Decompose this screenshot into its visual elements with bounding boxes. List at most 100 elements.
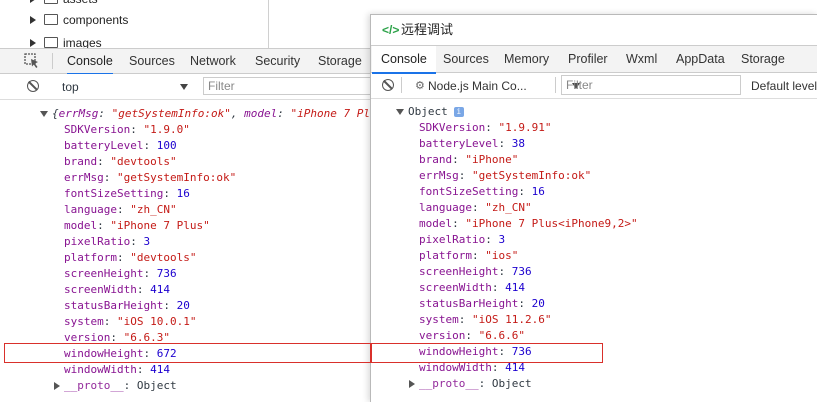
property-row[interactable]: SDKVersion: "1.9.91": [419, 120, 551, 136]
proto-key: __proto__: [419, 377, 479, 390]
tab-sources[interactable]: Sources: [443, 46, 489, 72]
property-row[interactable]: windowWidth: 414: [419, 360, 525, 376]
property-row[interactable]: windowWidth: 414: [64, 362, 170, 378]
property-key: errMsg: [419, 169, 459, 182]
property-value: 100: [156, 139, 177, 152]
property-row[interactable]: system: "iOS 11.2.6": [419, 312, 551, 328]
tab-storage[interactable]: Storage: [741, 46, 785, 72]
proto-key: __proto__: [64, 379, 124, 392]
property-row[interactable]: model: "iPhone 7 Plus": [64, 218, 210, 234]
window-titlebar: </> 远程调试: [371, 15, 817, 45]
property-value: 736: [511, 345, 532, 358]
tab-security[interactable]: Security: [255, 49, 300, 73]
property-row[interactable]: language: "zh_CN": [64, 202, 177, 218]
object-label: Object: [408, 105, 448, 118]
property-value: "zh_CN": [485, 201, 532, 214]
property-value: "6.6.6": [478, 329, 525, 342]
property-value: 20: [531, 297, 545, 310]
expand-arrow-icon[interactable]: [409, 380, 415, 388]
toolbar-separator: [401, 77, 402, 93]
property-row[interactable]: statusBarHeight: 20: [419, 296, 545, 312]
property-row[interactable]: windowHeight: 672: [64, 346, 177, 362]
property-value: 672: [156, 347, 177, 360]
property-row[interactable]: fontSizeSetting: 16: [64, 186, 190, 202]
property-key: batteryLevel: [64, 139, 144, 152]
expand-arrow-icon[interactable]: [30, 39, 36, 47]
object-summary[interactable]: {errMsg: "getSystemInfo:ok", model: "iPh…: [40, 106, 377, 122]
summary-key: model: [244, 107, 278, 120]
property-key: fontSizeSetting: [64, 187, 164, 200]
property-key: SDKVersion: [419, 121, 486, 134]
tab-storage[interactable]: Storage: [318, 49, 362, 73]
property-key: batteryLevel: [419, 137, 499, 150]
chevron-down-icon: [180, 84, 188, 90]
property-row[interactable]: windowHeight: 736: [419, 344, 532, 360]
property-key: screenWidth: [419, 281, 492, 294]
tab-wxml[interactable]: Wxml: [626, 46, 657, 72]
expand-arrow-icon[interactable]: [54, 382, 60, 390]
expand-arrow-icon[interactable]: [396, 109, 404, 115]
property-row[interactable]: batteryLevel: 100: [64, 138, 177, 154]
clear-console-icon[interactable]: [27, 80, 39, 92]
property-row[interactable]: errMsg: "getSystemInfo:ok": [64, 170, 236, 186]
property-value: 736: [156, 267, 177, 280]
clear-console-icon[interactable]: [382, 79, 394, 91]
property-row[interactable]: statusBarHeight: 20: [64, 298, 190, 314]
property-row[interactable]: brand: "iPhone": [419, 152, 518, 168]
proto-row[interactable]: __proto__: Object: [409, 376, 532, 392]
property-key: system: [419, 313, 459, 326]
property-row[interactable]: model: "iPhone 7 Plus<iPhone9,2>": [419, 216, 638, 232]
tab-profiler[interactable]: Profiler: [568, 46, 608, 72]
tab-sources[interactable]: Sources: [129, 49, 175, 73]
expand-arrow-icon[interactable]: [30, 16, 36, 24]
property-row[interactable]: version: "6.6.3": [64, 330, 170, 346]
summary-value: "iPhone 7 Plu: [290, 107, 377, 120]
tab-memory[interactable]: Memory: [504, 46, 549, 72]
property-row[interactable]: screenHeight: 736: [64, 266, 177, 282]
object-summary[interactable]: Object i: [396, 104, 464, 120]
context-select[interactable]: ⚙ Node.js Main Co...: [407, 77, 580, 95]
property-key: platform: [419, 249, 472, 262]
property-row[interactable]: language: "zh_CN": [419, 200, 532, 216]
property-key: language: [64, 203, 117, 216]
tab-console[interactable]: Console: [372, 46, 436, 74]
expand-arrow-icon[interactable]: [30, 0, 36, 3]
expand-arrow-icon[interactable]: [40, 111, 48, 117]
inspect-element-icon[interactable]: [24, 53, 40, 69]
tree-item-label: assets: [63, 0, 98, 9]
property-row[interactable]: version: "6.6.6": [419, 328, 525, 344]
property-row[interactable]: screenWidth: 414: [419, 280, 525, 296]
property-row[interactable]: fontSizeSetting: 16: [419, 184, 545, 200]
filter-input[interactable]: Filter: [561, 75, 741, 95]
info-icon[interactable]: i: [453, 107, 464, 117]
property-value: 414: [505, 361, 525, 374]
property-value: "ios": [485, 249, 519, 262]
property-row[interactable]: screenHeight: 736: [419, 264, 532, 280]
property-row[interactable]: brand: "devtools": [64, 154, 177, 170]
property-row[interactable]: pixelRatio: 3: [64, 234, 150, 250]
property-key: screenHeight: [64, 267, 144, 280]
property-row[interactable]: platform: "ios": [419, 248, 518, 264]
tab-appdata[interactable]: AppData: [676, 46, 725, 72]
property-row[interactable]: batteryLevel: 38: [419, 136, 525, 152]
proto-value: Object: [136, 379, 177, 392]
property-key: windowHeight: [419, 345, 499, 358]
proto-row[interactable]: __proto__: Object: [54, 378, 177, 394]
tab-console[interactable]: Console: [67, 49, 113, 75]
property-row[interactable]: SDKVersion: "1.9.0": [64, 122, 190, 138]
property-row[interactable]: platform: "devtools": [64, 250, 196, 266]
context-select[interactable]: top: [52, 78, 192, 96]
property-key: platform: [64, 251, 117, 264]
context-select-value: top: [62, 80, 79, 94]
log-levels-dropdown[interactable]: Default levels: [751, 77, 817, 95]
property-key: statusBarHeight: [419, 297, 519, 310]
property-value: "iOS 11.2.6": [472, 313, 552, 326]
property-row[interactable]: screenWidth: 414: [64, 282, 170, 298]
property-row[interactable]: system: "iOS 10.0.1": [64, 314, 196, 330]
property-value: "zh_CN": [130, 203, 177, 216]
property-key: statusBarHeight: [64, 299, 164, 312]
property-row[interactable]: pixelRatio: 3: [419, 232, 505, 248]
code-icon: </>: [382, 23, 400, 37]
property-row[interactable]: errMsg: "getSystemInfo:ok": [419, 168, 591, 184]
tab-network[interactable]: Network: [190, 49, 236, 73]
